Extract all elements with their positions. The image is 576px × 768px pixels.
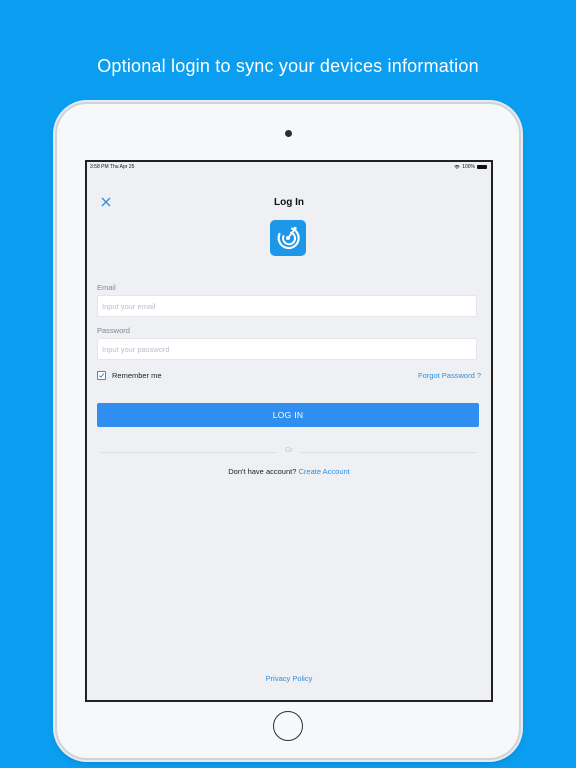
divider-line-right xyxy=(301,452,477,453)
password-field[interactable] xyxy=(97,338,477,360)
page-title: Log In xyxy=(274,197,304,208)
signup-prompt: Don't have account? xyxy=(228,467,297,476)
radar-logo-icon xyxy=(277,226,300,250)
create-account-link[interactable]: Create Account xyxy=(298,467,349,476)
remember-label: Remember me xyxy=(112,371,162,380)
signup-row: Don't have account? Create Account xyxy=(87,467,491,476)
battery-icon xyxy=(477,165,487,169)
app-logo xyxy=(270,220,306,256)
password-label: Password xyxy=(97,326,130,335)
status-bar: 3:58 PM Thu Apr 25 100% xyxy=(87,162,491,172)
battery-percent: 100% xyxy=(462,164,475,170)
remember-checkbox[interactable] xyxy=(97,371,106,380)
home-button[interactable] xyxy=(273,711,303,741)
email-field[interactable] xyxy=(97,295,477,317)
front-camera xyxy=(285,130,292,137)
wifi-icon xyxy=(454,165,460,169)
login-button[interactable]: LOG IN xyxy=(97,403,479,427)
promo-headline: Optional login to sync your devices info… xyxy=(97,56,479,76)
email-label: Email xyxy=(97,283,116,292)
status-right: 100% xyxy=(454,164,487,170)
status-time-date: 3:58 PM Thu Apr 25 xyxy=(90,164,135,170)
checkmark-icon xyxy=(98,373,105,378)
forgot-password-link[interactable]: Forgot Password ? xyxy=(418,371,481,380)
ipad-device-frame: 3:58 PM Thu Apr 25 100% Log In Email Inp… xyxy=(57,104,519,758)
nav-bar: Log In xyxy=(87,172,491,214)
device-screen: 3:58 PM Thu Apr 25 100% Log In Email Inp… xyxy=(85,160,493,702)
privacy-policy-link[interactable]: Privacy Policy xyxy=(87,674,491,683)
